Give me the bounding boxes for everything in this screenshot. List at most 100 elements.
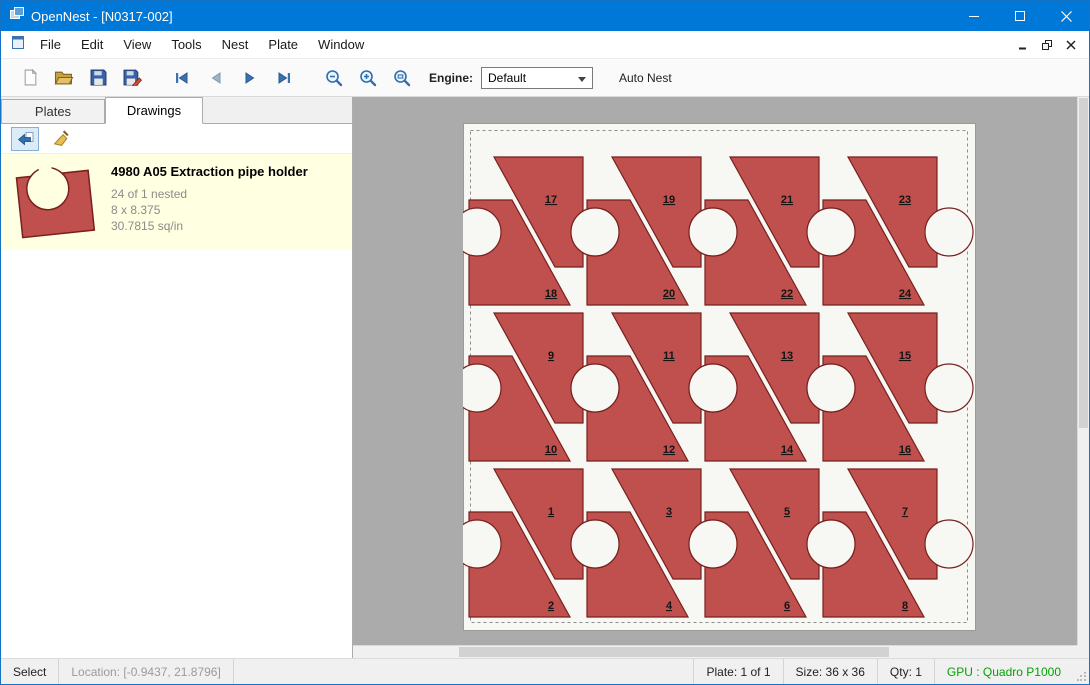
part-number[interactable]: 7: [902, 506, 908, 518]
mdi-child-document-icon: [11, 35, 26, 55]
panel-toolbar: [1, 124, 352, 154]
part-number[interactable]: 9: [548, 350, 554, 362]
new-file-button[interactable]: [13, 62, 47, 94]
part-number[interactable]: 13: [781, 350, 793, 362]
minimize-icon: [969, 11, 980, 22]
menu-item-plate[interactable]: Plate: [258, 31, 308, 59]
nest-canvas[interactable]: 171819202122232491011121314151612345678: [353, 97, 1089, 658]
part-number[interactable]: 1: [548, 506, 554, 518]
part-number[interactable]: 6: [784, 600, 790, 612]
part-number[interactable]: 18: [545, 288, 557, 300]
status-gpu: GPU : Quadro P1000: [934, 659, 1073, 684]
part-hole: [807, 208, 855, 256]
mdi-restore-icon: [1042, 40, 1052, 50]
status-qty: Qty: 1: [877, 659, 934, 684]
zoom-out-icon: [325, 69, 343, 87]
new-file-icon: [22, 69, 39, 86]
back-arrow-button[interactable]: [11, 127, 39, 151]
tab-drawings[interactable]: Drawings: [105, 97, 203, 124]
part-number[interactable]: 4: [666, 600, 673, 612]
nav-last-button[interactable]: [267, 62, 301, 94]
save-button[interactable]: [81, 62, 115, 94]
part-number[interactable]: 21: [781, 194, 793, 206]
vertical-scrollbar-thumb[interactable]: [1079, 98, 1088, 428]
horizontal-scrollbar-thumb[interactable]: [459, 647, 889, 657]
nav-first-button[interactable]: [165, 62, 199, 94]
part-number[interactable]: 20: [663, 288, 675, 300]
save-icon: [90, 69, 107, 86]
engine-value: Default: [488, 71, 526, 85]
nav-prev-button[interactable]: [199, 62, 233, 94]
part-hole: [571, 208, 619, 256]
part-number[interactable]: 10: [545, 444, 557, 456]
part-hole: [571, 520, 619, 568]
part-hole: [689, 520, 737, 568]
part-number[interactable]: 24: [899, 288, 912, 300]
nav-prev-icon: [208, 70, 224, 86]
status-size: Size: 36 x 36: [783, 659, 877, 684]
panel-tabs: Plates Drawings: [1, 97, 352, 124]
part-number[interactable]: 19: [663, 194, 675, 206]
part-number[interactable]: 14: [781, 444, 794, 456]
drawing-area: 30.7815 sq/in: [111, 218, 308, 234]
vertical-scrollbar[interactable]: [1077, 97, 1089, 645]
save-as-icon: [123, 69, 142, 86]
part-number[interactable]: 12: [663, 444, 675, 456]
close-button[interactable]: [1043, 1, 1089, 31]
app-icon: [9, 6, 25, 27]
zoom-out-button[interactable]: [317, 62, 351, 94]
part-hole: [925, 364, 973, 412]
mdi-restore-button[interactable]: [1037, 35, 1057, 55]
tab-plates[interactable]: Plates: [1, 99, 105, 123]
part-number[interactable]: 8: [902, 600, 908, 612]
toolbar: Engine: Default Auto Nest: [1, 59, 1089, 97]
zoom-fit-button[interactable]: [385, 62, 419, 94]
clean-broom-button[interactable]: [47, 127, 75, 151]
part-number[interactable]: 17: [545, 194, 557, 206]
back-arrow-icon: [16, 131, 35, 147]
statusbar: Select Location: [-0.9437, 21.8796] Plat…: [1, 658, 1089, 684]
part-number[interactable]: 11: [663, 350, 675, 362]
part-hole: [689, 364, 737, 412]
menu-item-nest[interactable]: Nest: [212, 31, 259, 59]
part-number[interactable]: 5: [784, 506, 790, 518]
titlebar: OpenNest - [N0317-002]: [1, 1, 1089, 31]
horizontal-scrollbar[interactable]: [353, 645, 1077, 658]
mdi-close-button[interactable]: [1061, 35, 1081, 55]
part-number[interactable]: 3: [666, 506, 672, 518]
part-hole: [807, 364, 855, 412]
part-number[interactable]: 2: [548, 600, 554, 612]
drawing-dimensions: 8 x 8.375: [111, 202, 308, 218]
chevron-down-icon: [578, 77, 586, 82]
open-folder-icon: [54, 69, 74, 86]
scrollbar-corner: [1077, 645, 1089, 658]
side-panel: Plates Drawings: [1, 97, 353, 658]
part-number[interactable]: 22: [781, 288, 793, 300]
drawing-list-item[interactable]: 4980 A05 Extraction pipe holder 24 of 1 …: [1, 154, 352, 250]
open-folder-button[interactable]: [47, 62, 81, 94]
part-number[interactable]: 15: [899, 350, 911, 362]
part-number[interactable]: 23: [899, 194, 911, 206]
nav-last-icon: [276, 70, 292, 86]
nest-plate[interactable]: 171819202122232491011121314151612345678: [463, 123, 976, 631]
app-window: OpenNest - [N0317-002] File Edit View To…: [0, 0, 1090, 685]
minimize-button[interactable]: [951, 1, 997, 31]
zoom-in-button[interactable]: [351, 62, 385, 94]
menu-item-tools[interactable]: Tools: [161, 31, 211, 59]
clean-broom-icon: [52, 130, 71, 147]
menu-item-file[interactable]: File: [30, 31, 71, 59]
auto-nest-button[interactable]: Auto Nest: [611, 67, 680, 89]
nav-next-button[interactable]: [233, 62, 267, 94]
menu-item-edit[interactable]: Edit: [71, 31, 113, 59]
resize-grip[interactable]: [1073, 659, 1089, 684]
mdi-minimize-icon: [1018, 40, 1028, 50]
mdi-minimize-button[interactable]: [1013, 35, 1033, 55]
part-hole: [689, 208, 737, 256]
engine-select[interactable]: Default: [481, 67, 593, 89]
save-as-button[interactable]: [115, 62, 149, 94]
part-number[interactable]: 16: [899, 444, 911, 456]
maximize-button[interactable]: [997, 1, 1043, 31]
menu-item-window[interactable]: Window: [308, 31, 374, 59]
close-icon: [1061, 11, 1072, 22]
menu-item-view[interactable]: View: [113, 31, 161, 59]
